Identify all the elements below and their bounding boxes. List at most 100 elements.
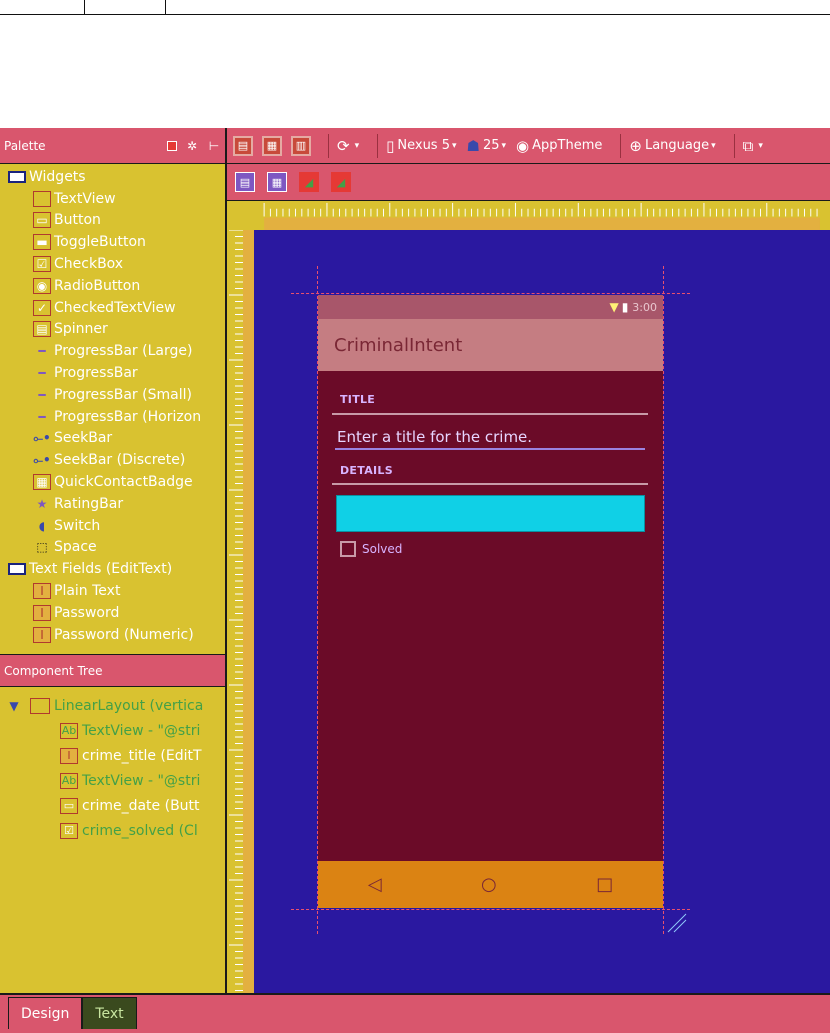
tree-root[interactable]: ▼ LinearLayout (vertica	[0, 693, 225, 718]
expand-caret-icon[interactable]: ▼	[6, 699, 22, 713]
palette-item[interactable]: ✓ CheckedTextView	[0, 297, 225, 319]
layout-variants-button[interactable]: ⧉ ▾	[743, 137, 763, 155]
language-selector[interactable]: ⊕ Language ▾	[629, 137, 715, 155]
blueprint-mode-icon[interactable]: ▦	[262, 135, 282, 156]
tab-text[interactable]: Text	[82, 997, 137, 1029]
split-mode-icon[interactable]: ▥	[291, 135, 311, 156]
device-preview[interactable]: ▼ ▮ 3:00 CriminalIntent TITLE Enter a ti…	[318, 295, 663, 908]
progressbar-icon: ━	[38, 409, 46, 424]
globe-icon: ⊕	[629, 136, 642, 155]
divider	[165, 0, 166, 14]
rotate-icon: ⟳	[337, 136, 350, 155]
tree-node[interactable]: Ab TextView - "@stri	[0, 718, 225, 743]
tree-node-label: crime_date (Butt	[82, 797, 200, 814]
search-icon[interactable]	[167, 140, 177, 151]
title-label: TITLE	[340, 393, 376, 406]
language-label: Language	[644, 138, 710, 153]
palette-item[interactable]: ⟜• SeekBar	[0, 428, 225, 450]
design-toolbar: ▤ ▦ ▥ ⟳ ▾ ▯ Nexus 5 ▾ ☗ 25 ▾ ◉ AppTheme ⊕ Langu…	[227, 128, 830, 164]
palette-item-label: CheckedTextView	[54, 299, 176, 316]
palette-item[interactable]: ⟜• SeekBar (Discrete)	[0, 449, 225, 471]
tree-node-label: TextView - "@stri	[82, 772, 201, 789]
tree-node[interactable]: Ab TextView - "@stri	[0, 768, 225, 793]
theme-label: AppTheme	[532, 138, 603, 153]
palette-item[interactable]: ◉ RadioButton	[0, 275, 225, 297]
tree-root-label: LinearLayout (vertica	[54, 697, 204, 714]
palette-item-label: QuickContactBadge	[54, 474, 193, 491]
back-icon[interactable]: ◁	[368, 874, 382, 895]
palette-item-label: RatingBar	[54, 495, 124, 512]
battery-icon: ▮	[621, 300, 629, 314]
phone-icon: ▯	[386, 136, 395, 155]
edittext-icon: I	[33, 583, 51, 600]
tree-node[interactable]: Icrime_title (EditT	[0, 743, 225, 768]
palette-category[interactable]: Text Fields (EditText)	[0, 558, 225, 580]
textview-icon: Ab	[60, 772, 78, 789]
crime-solved-checkbox[interactable]: Solved	[340, 541, 402, 557]
edittext-icon: I	[33, 626, 51, 643]
vertical-ruler	[227, 230, 254, 993]
palette-item[interactable]: I Password	[0, 602, 225, 624]
resize-handle-icon[interactable]	[666, 912, 688, 934]
show-blueprint-icon[interactable]: ▦	[267, 172, 287, 192]
palette-item[interactable]: ★ RatingBar	[0, 493, 225, 515]
device-selector[interactable]: ▯ Nexus 5 ▾	[386, 137, 456, 155]
palette-item[interactable]: ━ ProgressBar (Horizon	[0, 406, 225, 428]
palette-item-label: Password (Numeric)	[54, 626, 194, 643]
palette-item[interactable]: ▭ Button	[0, 210, 225, 232]
palette-item[interactable]: ▤ Spinner	[0, 319, 225, 341]
palette-item[interactable]: ━ ProgressBar (Large)	[0, 340, 225, 362]
navigation-bar: ◁ ○ □	[318, 861, 663, 908]
show-design-icon[interactable]: ▤	[235, 172, 255, 192]
palette-item-label: CheckBox	[54, 256, 124, 273]
guide-line	[291, 909, 690, 910]
textview-icon: Ab	[60, 722, 78, 739]
palette-item-label: ToggleButton	[54, 234, 146, 251]
divider	[377, 133, 379, 158]
api-selector[interactable]: ☗ 25 ▾	[467, 137, 507, 155]
palette-item[interactable]: I Password (Numeric)	[0, 624, 225, 646]
divider	[620, 133, 622, 158]
collapse-icon[interactable]: ⊢	[207, 139, 221, 153]
chevron-down-icon: ▾	[501, 140, 507, 151]
gear-icon[interactable]: ✲	[185, 139, 199, 153]
zoom-in-icon[interactable]: ◢	[299, 172, 319, 192]
divider	[332, 483, 648, 485]
palette-category-label: Widgets	[29, 168, 86, 185]
divider	[0, 14, 830, 15]
tree-node[interactable]: ☑ crime_solved (Cl	[0, 818, 225, 843]
palette-item-label: ProgressBar (Horizon	[54, 408, 202, 425]
palette-item-label: Password	[54, 604, 120, 621]
palette-item[interactable]: ☑ CheckBox	[0, 253, 225, 275]
tree-node-label: crime_solved (Cl	[82, 822, 198, 839]
theme-selector[interactable]: ◉ AppTheme	[516, 137, 602, 155]
api-label: 25	[482, 138, 500, 153]
crime-title-input[interactable]: Enter a title for the crime.	[335, 428, 645, 450]
divider	[733, 133, 735, 158]
orientation-button[interactable]: ⟳ ▾	[337, 137, 359, 155]
tree-node[interactable]: ▭ crime_date (Butt	[0, 793, 225, 818]
design-mode-icon[interactable]: ▤	[233, 135, 253, 156]
button-icon: ▭	[33, 212, 51, 229]
palette-item[interactable]: TextView	[0, 188, 225, 210]
component-tree-title: Component Tree	[4, 663, 103, 678]
palette-item[interactable]: ━ ProgressBar	[0, 362, 225, 384]
palette-item[interactable]: ▦ QuickContactBadge	[0, 471, 225, 493]
palette-item[interactable]: ⬚ Space	[0, 537, 225, 559]
palette-item[interactable]: ━ ProgressBar (Small)	[0, 384, 225, 406]
palette-item[interactable]: ▬ ToggleButton	[0, 231, 225, 253]
zoom-out-icon[interactable]: ◢	[331, 172, 351, 192]
palette-item[interactable]: I Plain Text	[0, 580, 225, 602]
palette-item-label: Button	[54, 212, 101, 229]
togglebutton-icon: ▬	[33, 234, 51, 251]
home-icon[interactable]: ○	[481, 874, 497, 895]
palette-category[interactable]: Widgets	[0, 166, 225, 188]
edittext-icon: I	[60, 747, 78, 764]
palette-item-label: Spinner	[54, 321, 108, 338]
tab-design[interactable]: Design	[8, 997, 83, 1029]
palette-item[interactable]: ◖ Switch	[0, 515, 225, 537]
checkbox-icon[interactable]	[340, 541, 356, 557]
crime-date-button[interactable]	[336, 495, 645, 532]
chevron-down-icon: ▾	[451, 140, 457, 151]
recents-icon[interactable]: □	[596, 874, 613, 895]
